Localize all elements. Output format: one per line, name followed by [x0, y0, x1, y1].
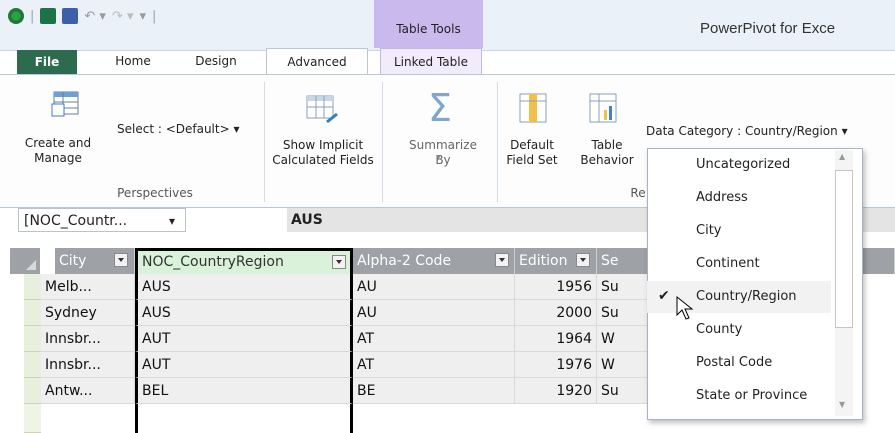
chevron-down-icon: ▾ — [233, 122, 240, 136]
qat-separator-end: | — [152, 8, 157, 24]
cell-alpha2[interactable]: BE — [353, 378, 515, 404]
column-header-label: Se — [601, 253, 619, 269]
tab-file[interactable]: File — [17, 50, 77, 74]
table-tools-label: Table Tools — [396, 22, 461, 36]
cell-edition[interactable]: 1964 — [515, 326, 597, 352]
tab-linked-table[interactable]: Linked Table — [380, 48, 482, 75]
scroll-down-icon[interactable]: ▼ — [839, 400, 845, 409]
list-item-city[interactable]: City — [647, 215, 831, 247]
name-box[interactable]: [NOC_Countr... ▾ — [18, 208, 186, 232]
row-selector[interactable] — [24, 404, 41, 433]
cell-edition[interactable]: 1956 — [515, 274, 597, 300]
cell-edition[interactable]: 1920 — [515, 378, 597, 404]
list-item-state-or-province[interactable]: State or Province — [647, 380, 831, 412]
filter-dropdown-icon[interactable] — [332, 255, 346, 269]
select-perspective-dropdown[interactable]: Select : <Default> ▾ — [117, 122, 240, 136]
column-header-label: City — [59, 253, 87, 269]
row-selector[interactable] — [24, 352, 41, 378]
cell-edition[interactable]: 1976 — [515, 352, 597, 378]
row-selector[interactable] — [24, 326, 41, 352]
name-box-chevron-icon[interactable]: ▾ — [169, 209, 175, 233]
filter-dropdown-icon[interactable] — [114, 253, 128, 267]
column-header-label: Edition — [519, 253, 568, 269]
tab-home[interactable]: Home — [108, 50, 158, 72]
cell-city[interactable]: Sydney — [41, 300, 135, 326]
filter-dropdown-icon[interactable] — [495, 253, 509, 267]
create-manage-button[interactable] — [50, 88, 82, 123]
cell-alpha2[interactable]: AU — [353, 300, 515, 326]
cell-city[interactable]: Antw... — [41, 378, 135, 404]
default-field-set-button[interactable] — [518, 92, 548, 129]
cell-city[interactable]: Innsbr... — [41, 352, 135, 378]
column-header-label: NOC_CountryRegion — [142, 254, 284, 270]
implicit-fields-icon — [306, 95, 338, 124]
column-header-edition[interactable]: Edition — [515, 248, 597, 274]
perspectives-table-icon — [51, 91, 79, 117]
powerpivot-logo-icon — [8, 8, 24, 24]
list-item-county[interactable]: County — [647, 314, 831, 346]
perspectives-group-label: Perspectives — [117, 186, 193, 200]
excel-icon[interactable] — [40, 8, 57, 24]
mouse-pointer-icon — [676, 296, 694, 320]
create-manage-label[interactable]: Create and Manage — [18, 136, 98, 166]
cell-noc[interactable]: AUT — [135, 326, 353, 352]
list-item-continent[interactable]: Continent — [647, 248, 831, 280]
row-selector[interactable] — [24, 300, 41, 326]
cell-city[interactable]: Innsbr... — [41, 326, 135, 352]
cell-city[interactable]: Melb... — [41, 274, 135, 300]
table-behavior-icon — [589, 93, 617, 123]
redo-icon[interactable]: ↷ ▾ — [112, 9, 134, 24]
select-perspective-label: Select : <Default> — [117, 122, 230, 136]
checkmark-icon: ✔ — [658, 288, 670, 304]
list-item-uncategorized[interactable]: Uncategorized — [647, 149, 831, 181]
save-icon[interactable] — [62, 8, 79, 24]
show-implicit-label[interactable]: Show Implicit Calculated Fields — [268, 138, 378, 168]
list-item-postal-code[interactable]: Postal Code — [647, 347, 831, 379]
undo-icon[interactable]: ↶ ▾ — [84, 9, 106, 24]
column-header-city[interactable]: City — [55, 248, 135, 274]
qat-separator: | — [30, 8, 35, 24]
list-scrollbar-thumb[interactable] — [835, 170, 853, 328]
list-item-country-region[interactable]: Country/Region — [647, 281, 831, 313]
cell-noc[interactable]: AUT — [135, 352, 353, 378]
show-implicit-button[interactable] — [303, 92, 343, 129]
chevron-down-icon: ▾ — [841, 124, 848, 138]
tab-advanced[interactable]: Advanced — [266, 48, 368, 75]
customize-qat-icon[interactable]: ▾ — [140, 9, 147, 24]
data-category-dropdown[interactable]: Data Category : Country/Region ▾ — [646, 124, 848, 138]
column-header-label: Alpha-2 Code — [357, 253, 452, 269]
sigma-icon: Σ — [428, 86, 453, 130]
row-selector[interactable] — [24, 274, 41, 300]
cell-edition[interactable]: 2000 — [515, 300, 597, 326]
default-field-set-label[interactable]: Default Field Set — [502, 138, 562, 168]
list-item-address[interactable]: Address — [647, 182, 831, 214]
cell-alpha2[interactable]: AT — [353, 326, 515, 352]
row-selector[interactable] — [24, 378, 41, 404]
quick-access-toolbar: | ↶ ▾ ↷ ▾ ▾ | — [8, 6, 156, 26]
cell-alpha2[interactable]: AU — [353, 274, 515, 300]
cell-noc[interactable]: AUS — [135, 274, 353, 300]
summarize-chevron-icon: ▾ — [436, 153, 441, 163]
cell-noc[interactable]: AUS — [135, 300, 353, 326]
reporting-group-label: Re — [630, 186, 646, 200]
table-behavior-button[interactable] — [588, 92, 618, 129]
cell-noc[interactable]: BEL — [135, 378, 353, 404]
cell-alpha2[interactable]: AT — [353, 352, 515, 378]
scroll-up-icon[interactable]: ▲ — [839, 152, 845, 161]
app-title: PowerPivot for Exce — [700, 20, 836, 37]
selected-column-outline — [135, 404, 353, 433]
default-field-set-icon — [519, 93, 547, 123]
select-all-corner[interactable] — [10, 248, 40, 274]
ribbon-separator — [382, 82, 383, 202]
tab-design[interactable]: Design — [186, 50, 246, 72]
data-category-label: Data Category : Country/Region — [646, 124, 838, 138]
column-header-noc-countryregion[interactable]: NOC_CountryRegion — [135, 248, 353, 274]
name-box-value: [NOC_Countr... — [24, 213, 128, 229]
column-header-alpha2[interactable]: Alpha-2 Code — [353, 248, 515, 274]
ribbon-separator — [497, 82, 498, 202]
ribbon-separator — [264, 82, 265, 202]
summarize-by-label: Summarize By — [409, 138, 477, 167]
table-behavior-label[interactable]: Table Behavior — [572, 138, 642, 168]
filter-dropdown-icon[interactable] — [576, 253, 590, 267]
